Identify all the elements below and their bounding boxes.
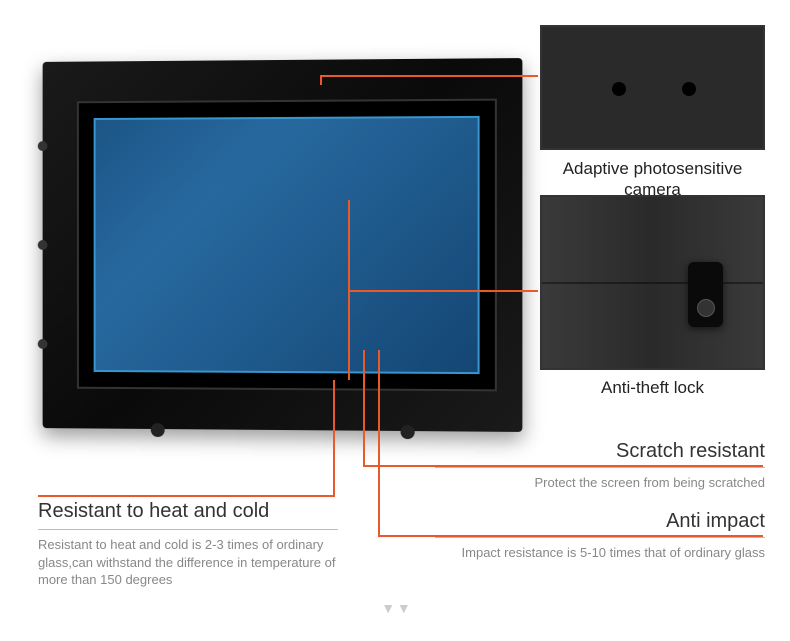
enclosure-foot	[401, 425, 415, 439]
display-bezel	[77, 99, 497, 392]
feature-desc: Protect the screen from being scratched	[435, 467, 765, 492]
feature-desc: Resistant to heat and cold is 2-3 times …	[38, 536, 338, 589]
camera-sensor-icon	[682, 82, 696, 96]
mounting-bolt	[38, 339, 48, 349]
camera-sensor-icon	[612, 82, 626, 96]
lock-detail-image	[540, 195, 765, 370]
feature-title: Resistant to heat and cold	[38, 500, 338, 530]
enclosure-foot	[151, 423, 165, 437]
camera-detail-image	[540, 25, 765, 150]
display-enclosure	[43, 58, 523, 432]
lock-icon	[688, 262, 723, 327]
feature-scratch-resistant: Scratch resistant Protect the screen fro…	[435, 440, 765, 492]
callout-line	[38, 495, 335, 497]
feature-desc: Impact resistance is 5-10 times that of …	[435, 537, 765, 562]
display-screen-glass	[94, 116, 480, 374]
mounting-bolt	[38, 141, 48, 151]
panel-seam	[542, 282, 763, 284]
feature-anti-impact: Anti impact Impact resistance is 5-10 ti…	[435, 510, 765, 562]
lock-caption: Anti-theft lock	[540, 378, 765, 398]
feature-title: Anti impact	[435, 510, 765, 537]
lock-cylinder-icon	[697, 299, 715, 317]
chevron-down-icon: ▼ ▼	[381, 600, 409, 616]
main-display-unit	[40, 60, 520, 430]
mounting-bolt	[38, 240, 48, 250]
feature-title: Scratch resistant	[435, 440, 765, 467]
feature-heat-cold: Resistant to heat and cold Resistant to …	[38, 500, 338, 589]
